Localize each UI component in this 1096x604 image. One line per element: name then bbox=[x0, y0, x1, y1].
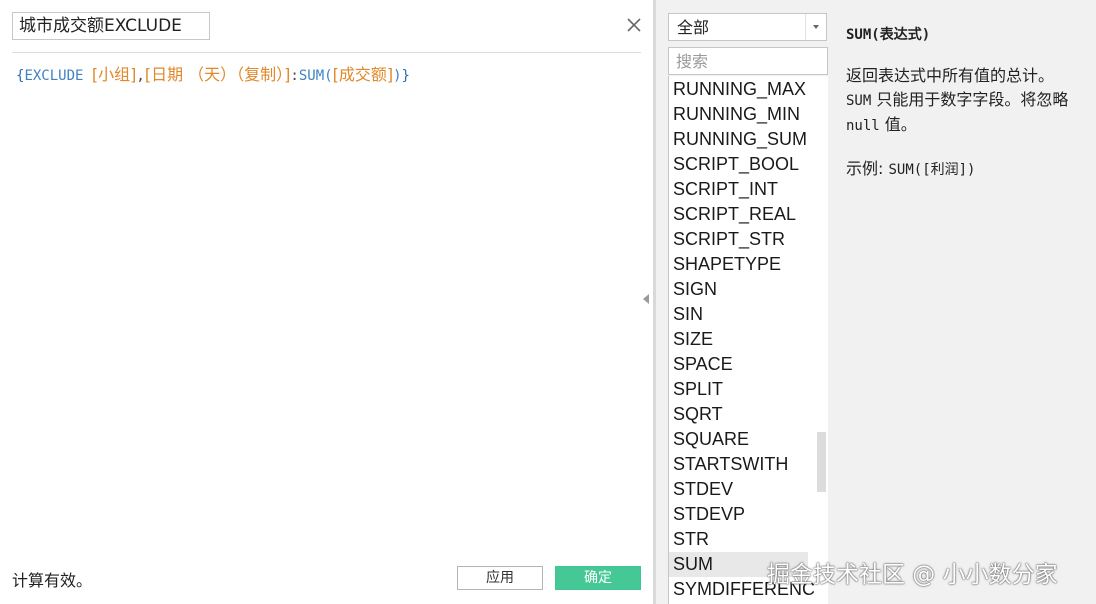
function-category-value: 全部 bbox=[677, 18, 710, 37]
formula-field-group: [小组] bbox=[91, 65, 137, 84]
doc-desc-text: 值。 bbox=[879, 115, 917, 134]
function-category-dropdown[interactable]: 全部 bbox=[668, 13, 827, 41]
function-list-item[interactable]: SCRIPT_STR bbox=[669, 227, 808, 252]
formula-close-paren: ) bbox=[393, 68, 402, 84]
function-list-item[interactable]: STDEVP bbox=[669, 502, 808, 527]
function-list-item[interactable]: RUNNING_SUM bbox=[669, 127, 808, 152]
doc-desc-text: 只能用于数字字段。将忽略 bbox=[871, 90, 1069, 109]
formula-editor[interactable]: {EXCLUDE [小组],[日期 （天）（复制）]:SUM([成交额])} bbox=[16, 64, 410, 87]
formula-keyword: EXCLUDE bbox=[24, 68, 84, 84]
formula-comma: , bbox=[136, 68, 145, 84]
editor-divider bbox=[12, 52, 641, 53]
formula-function: SUM bbox=[298, 68, 325, 84]
validation-status: 计算有效。 bbox=[12, 571, 93, 590]
function-list-item[interactable]: SQRT bbox=[669, 402, 808, 427]
example-label: 示例: bbox=[846, 159, 889, 178]
function-list-item[interactable]: SIN bbox=[669, 302, 808, 327]
scrollbar-thumb[interactable] bbox=[817, 432, 826, 492]
editor-panel: 城市成交额EXCLUDE {EXCLUDE [小组],[日期 （天）（复制）]:… bbox=[0, 0, 653, 604]
chevron-down-icon bbox=[813, 25, 819, 29]
function-list-item[interactable]: SCRIPT_BOOL bbox=[669, 152, 808, 177]
function-list-item[interactable]: SCRIPT_REAL bbox=[669, 202, 808, 227]
doc-desc-text: 返回表达式中所有值的总计。 bbox=[846, 66, 1055, 85]
formula-colon: : bbox=[290, 68, 299, 84]
formula-open-paren: ( bbox=[324, 68, 333, 84]
calculation-editor-window: 城市成交额EXCLUDE {EXCLUDE [小组],[日期 （天）（复制）]:… bbox=[0, 0, 1096, 604]
function-search-input[interactable] bbox=[668, 47, 828, 75]
function-list-item[interactable]: SIGN bbox=[669, 277, 808, 302]
function-list-scrollbar[interactable] bbox=[814, 76, 828, 604]
doc-desc-code: SUM bbox=[846, 93, 872, 109]
function-list-item[interactable]: STARTSWITH bbox=[669, 452, 808, 477]
function-list-item[interactable]: RUNNING_MAX bbox=[669, 77, 808, 102]
function-list-item[interactable]: SPACE bbox=[669, 352, 808, 377]
function-list-item[interactable]: SQUARE bbox=[669, 427, 808, 452]
function-list-item[interactable]: STDEV bbox=[669, 477, 808, 502]
function-list[interactable]: RUNNING_MAX RUNNING_MIN RUNNING_SUM SCRIPT_… bbox=[668, 76, 828, 604]
function-list-item[interactable]: SHAPETYPE bbox=[669, 252, 808, 277]
ok-button[interactable]: 确定 bbox=[555, 566, 641, 590]
function-list-item[interactable]: SIZE bbox=[669, 327, 808, 352]
doc-desc-code: null bbox=[846, 118, 880, 134]
function-doc-example: 示例: SUM([利润]) bbox=[846, 157, 976, 182]
example-code: SUM([利润]) bbox=[888, 162, 976, 178]
close-icon[interactable] bbox=[623, 14, 645, 36]
function-list-item[interactable]: SPLIT bbox=[669, 377, 808, 402]
function-reference-panel: 全部 RUNNING_MAXRUNNING_MINRUNNING_SUMSCRI… bbox=[656, 0, 1096, 604]
function-list-item[interactable]: RUNNING_MIN bbox=[669, 102, 808, 127]
function-list-item[interactable]: SCRIPT_INT bbox=[669, 177, 808, 202]
formula-close-brace: } bbox=[401, 68, 410, 84]
formula-field-amount: [成交额] bbox=[332, 65, 394, 84]
function-list-item[interactable]: SUM bbox=[669, 552, 808, 577]
formula-field-date: [日期 （天）（复制）] bbox=[144, 65, 291, 84]
function-list-item[interactable]: STR bbox=[669, 527, 808, 552]
function-doc-title: SUM(表达式) bbox=[846, 27, 931, 43]
apply-button[interactable]: 应用 bbox=[457, 566, 543, 590]
calculation-name-field[interactable]: 城市成交额EXCLUDE bbox=[12, 12, 210, 40]
function-list-item[interactable]: SYMDIFFERENCE bbox=[669, 577, 827, 602]
formula-space bbox=[83, 68, 91, 84]
dropdown-button[interactable] bbox=[805, 14, 826, 40]
function-doc-description: 返回表达式中所有值的总计。 SUM 只能用于数字字段。将忽略 null 值。 bbox=[846, 64, 1082, 138]
collapse-left-icon[interactable] bbox=[643, 294, 649, 304]
